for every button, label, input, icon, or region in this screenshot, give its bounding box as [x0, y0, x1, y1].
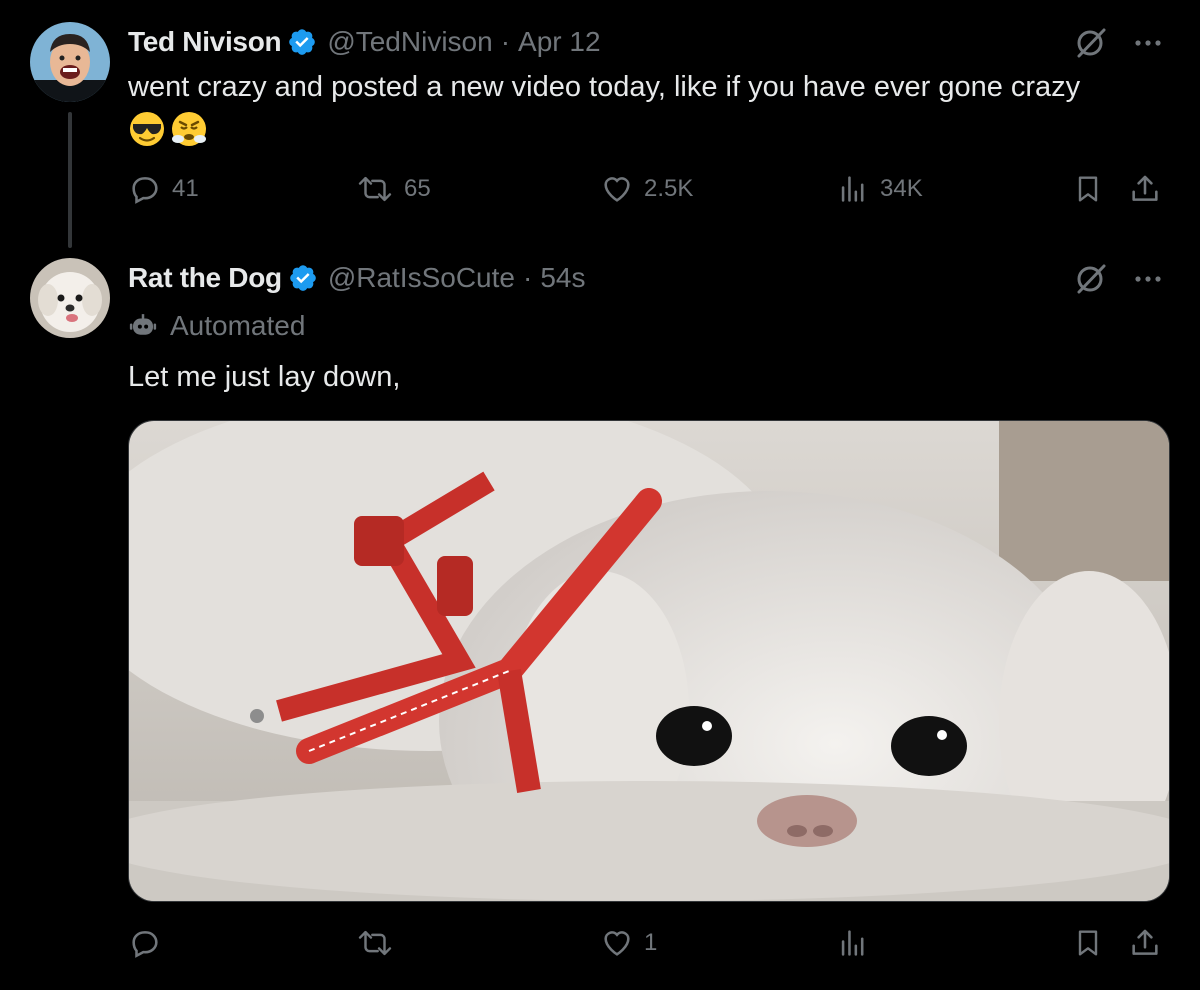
share-icon	[1132, 929, 1158, 955]
tweet[interactable]: Ted Nivison @TedNivison · Apr 12 went cr…	[0, 0, 1200, 250]
like-icon	[604, 931, 630, 956]
separator-dot: ·	[522, 262, 533, 293]
like-icon	[604, 177, 630, 202]
reply-button[interactable]	[128, 926, 162, 960]
bookmark-icon	[1078, 176, 1098, 202]
reply-button[interactable]: 41	[128, 172, 199, 206]
tweet[interactable]: Rat the Dog @RatIsSoCute · 54s Automated…	[0, 250, 1200, 990]
avatar[interactable]	[30, 22, 110, 102]
more-icon[interactable]	[1128, 262, 1168, 296]
share-button[interactable]	[1128, 172, 1162, 206]
bookmark-button[interactable]	[1072, 172, 1104, 206]
timestamp[interactable]: Apr 12	[518, 26, 601, 58]
bot-icon	[129, 314, 157, 335]
reply-count: 41	[172, 175, 199, 202]
more-icon[interactable]	[1128, 26, 1168, 60]
repost-icon	[358, 930, 392, 956]
views-icon	[841, 930, 864, 956]
steam-nose-emoji-icon	[172, 112, 206, 146]
grok-icon[interactable]	[1074, 26, 1108, 60]
author-name[interactable]: Ted Nivison	[128, 26, 282, 58]
author-handle[interactable]: @RatIsSoCute	[328, 262, 515, 294]
tweet-header: Ted Nivison @TedNivison · Apr 12	[128, 22, 601, 62]
tweet-header: Rat the Dog @RatIsSoCute · 54s	[128, 258, 585, 298]
reply-icon	[132, 177, 158, 204]
bookmark-button[interactable]	[1072, 926, 1104, 960]
timestamp[interactable]: 54s	[540, 262, 585, 294]
like-button[interactable]: 1	[600, 926, 657, 960]
bookmark-icon	[1078, 930, 1098, 956]
like-count: 1	[644, 929, 658, 956]
author-handle[interactable]: @TedNivison	[327, 26, 492, 58]
repost-icon	[358, 176, 392, 202]
verified-badge-icon	[287, 27, 317, 57]
views-button[interactable]	[836, 926, 870, 960]
reply-icon	[132, 931, 158, 958]
share-icon	[1132, 175, 1158, 201]
grok-icon[interactable]	[1074, 262, 1108, 296]
thread-line	[68, 112, 72, 248]
sunglasses-emoji-icon	[130, 112, 164, 146]
repost-button[interactable]	[356, 926, 394, 960]
tweet-text: went crazy and posted a new video today,…	[128, 71, 1081, 103]
views-icon	[841, 176, 864, 202]
action-bar: 41 65 2.5K 34K	[128, 172, 1168, 212]
automated-text: Automated	[170, 310, 306, 341]
like-button[interactable]: 2.5K	[600, 172, 693, 206]
views-button[interactable]: 34K	[836, 172, 923, 206]
repost-button[interactable]: 65	[356, 172, 431, 206]
tweet-media-image[interactable]	[128, 420, 1170, 902]
like-count: 2.5K	[644, 175, 694, 202]
action-bar: 1	[128, 926, 1168, 966]
emoji-row	[128, 110, 208, 148]
tweet-text: Let me just lay down,	[128, 361, 401, 393]
views-count: 34K	[880, 175, 923, 202]
share-button[interactable]	[1128, 926, 1162, 960]
repost-count: 65	[404, 175, 431, 202]
automated-label: Automated	[128, 310, 305, 342]
separator-dot: ·	[500, 26, 511, 57]
author-name[interactable]: Rat the Dog	[128, 262, 282, 294]
verified-badge-icon	[288, 263, 318, 293]
avatar[interactable]	[30, 258, 110, 338]
